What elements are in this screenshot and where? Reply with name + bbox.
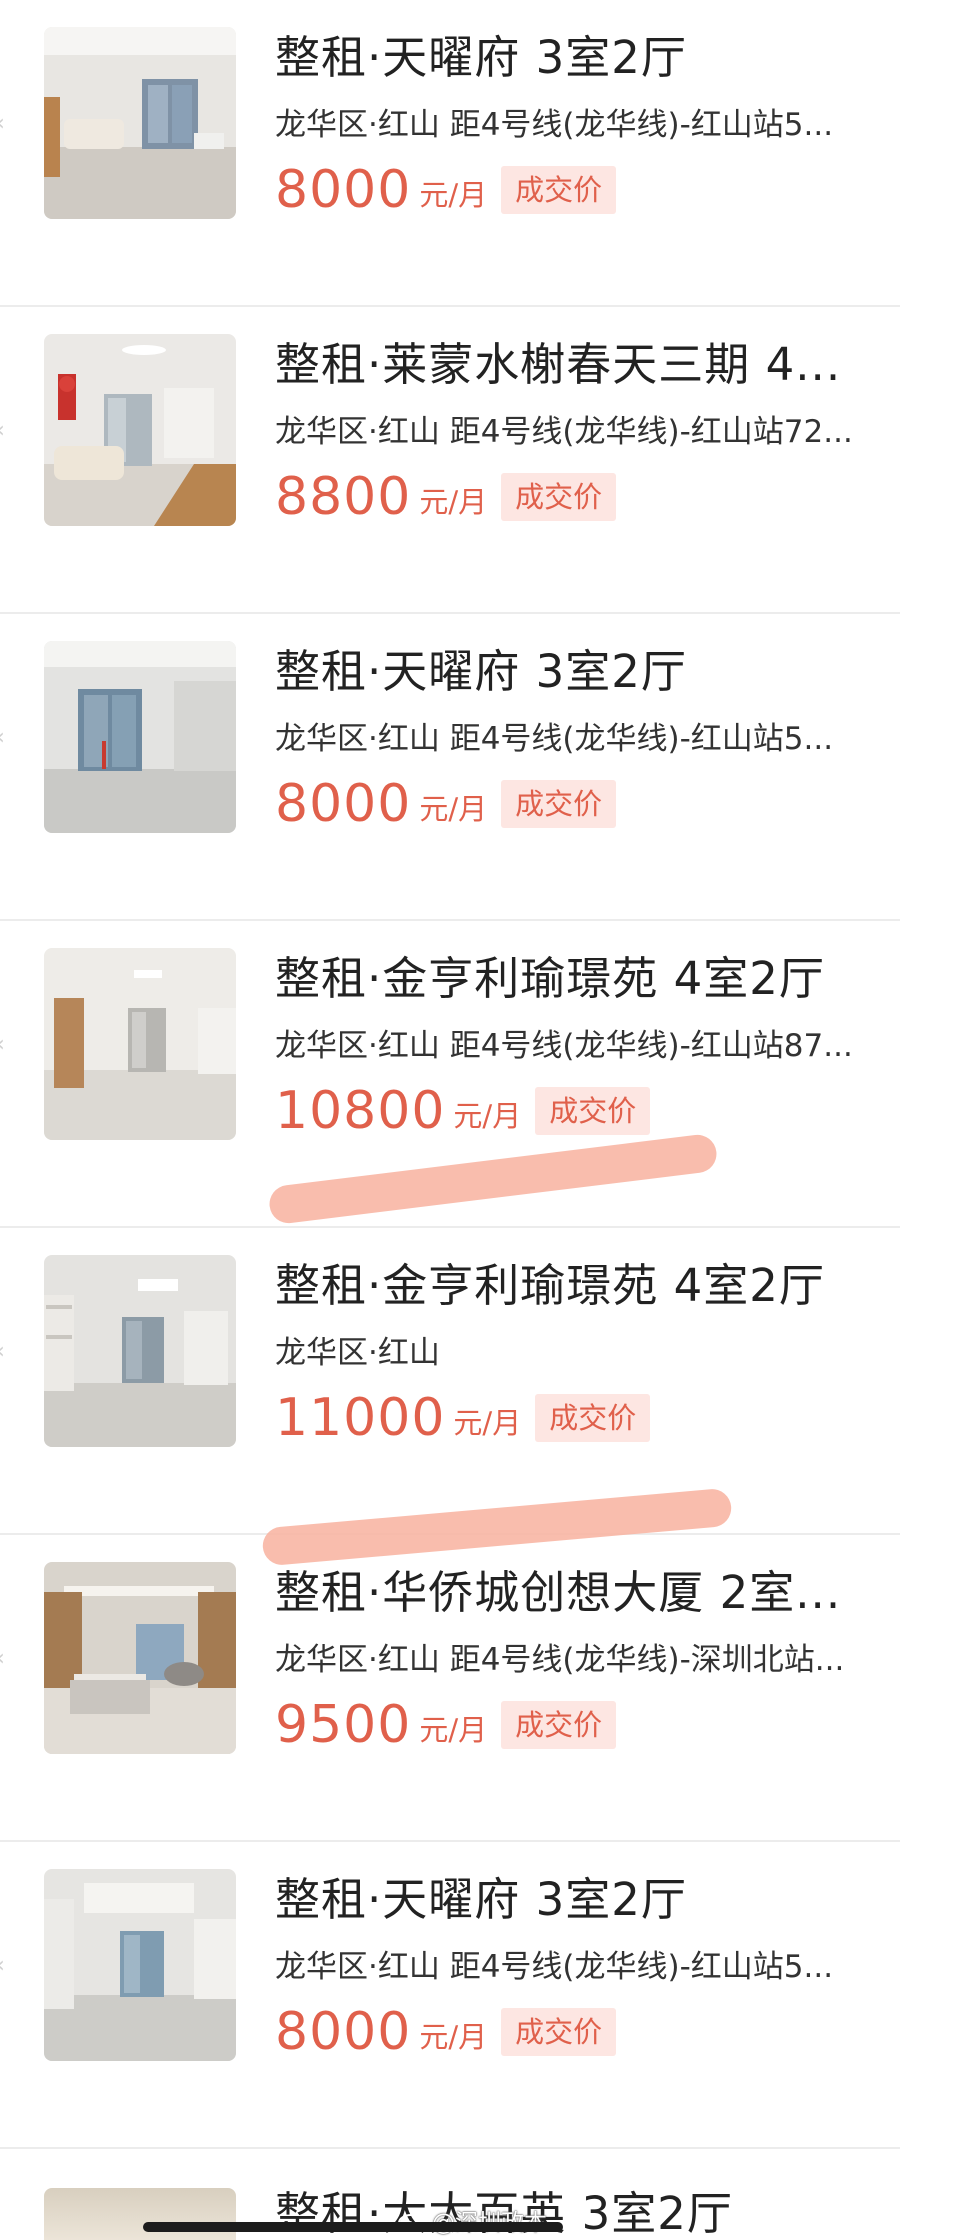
deal-price-tag: 成交价	[501, 166, 617, 214]
price-row: 8800 元/月 成交价	[275, 467, 617, 527]
price-unit: 元/月	[453, 1406, 522, 1440]
chevron-left-icon: ‹	[0, 1033, 10, 1057]
listing-card[interactable]: ‹ 整租·华侨城创想大厦 2室... 龙华区·红山 距4号线(龙华线)-深圳北站…	[0, 1535, 900, 1842]
listing-location: 龙华区·红山 距4号线(龙华线)-红山站5...	[275, 1949, 834, 1985]
price-unit: 元/月	[453, 1099, 522, 1133]
listing-card[interactable]: ‹ 整租·天曜府 3室2厅 龙华区·红山 距4号线(龙华线)-红山站5... 8…	[0, 0, 900, 307]
chevron-left-icon: ‹	[0, 1340, 10, 1364]
price-unit: 元/月	[419, 2020, 488, 2054]
listing-price: 10800	[275, 1081, 446, 1141]
listing-location: 龙华区·红山 距4号线(龙华线)-深圳北站...	[275, 1642, 845, 1678]
listing-title: 整租·天曜府 3室2厅	[275, 1873, 687, 1926]
listing-card[interactable]: ‹ 整租·莱蒙水榭春天三期 4... 龙华区·红山 距4号线(龙华线)-红山站7…	[0, 307, 900, 614]
deal-price-tag: 成交价	[535, 1087, 651, 1135]
empty-room-photo-icon	[44, 1255, 236, 1447]
listing-price: 8000	[275, 160, 412, 220]
listing-card[interactable]: ‹ 整租·天曜府 3室2厅 龙华区·红山 距4号线(龙华线)-红山站5... 8…	[0, 614, 900, 921]
price-unit: 元/月	[419, 1713, 488, 1747]
empty-room-photo-icon	[44, 641, 236, 833]
chevron-left-icon: ‹	[0, 1647, 10, 1671]
listing-location: 龙华区·红山 距4号线(龙华线)-红山站5...	[275, 107, 834, 143]
price-unit: 元/月	[419, 178, 488, 212]
listing-location: 龙华区·红山 距4号线(龙华线)-红山站72...	[275, 414, 853, 450]
living-room-photo-icon	[44, 1562, 236, 1754]
listing-location: 龙华区·红山 距4号线(龙华线)-红山站87...	[275, 1028, 853, 1064]
listing-photo[interactable]	[44, 27, 236, 219]
price-unit: 元/月	[419, 792, 488, 826]
listing-title: 整租·华侨城创想大厦 2室...	[275, 1566, 842, 1619]
deal-price-tag: 成交价	[501, 2008, 617, 2056]
chevron-left-icon: ‹	[0, 726, 10, 750]
price-row: 8000 元/月 成交价	[275, 160, 617, 220]
deal-price-tag: 成交价	[501, 473, 617, 521]
chevron-left-icon: ‹	[0, 419, 10, 443]
divider	[0, 2147, 900, 2149]
listing-price: 11000	[275, 1388, 446, 1448]
listing-card[interactable]: ‹ 整租·金亨利瑜璟苑 4室2厅 龙华区·红山 11000 元/月 成交价	[0, 1228, 900, 1535]
listing-title: 整租·金亨利瑜璟苑 4室2厅	[275, 1259, 825, 1312]
price-row: 10800 元/月 成交价	[275, 1081, 651, 1141]
listing-photo[interactable]	[44, 1255, 236, 1447]
listing-price: 9500	[275, 1695, 412, 1755]
deal-price-tag: 成交价	[501, 1701, 617, 1749]
listing-title: 整租·天曜府 3室2厅	[275, 645, 687, 698]
price-unit: 元/月	[419, 485, 488, 519]
price-row: 8000 元/月 成交价	[275, 774, 617, 834]
empty-room-photo-icon	[44, 948, 236, 1140]
deal-price-tag: 成交价	[501, 780, 617, 828]
listing-price: 8000	[275, 2002, 412, 2062]
listing-title: 整租·天曜府 3室2厅	[275, 31, 687, 84]
listing-card[interactable]: ‹ 整租·天曜府 3室2厅 龙华区·红山 距4号线(龙华线)-红山站5... 8…	[0, 1842, 900, 2149]
listing-photo[interactable]	[44, 334, 236, 526]
living-room-photo-icon	[44, 334, 236, 526]
listing-photo[interactable]	[44, 948, 236, 1140]
listing-title: 整租·莱蒙水榭春天三期 4...	[275, 338, 842, 391]
chevron-left-icon: ‹	[0, 1954, 10, 1978]
listing-photo[interactable]	[44, 1869, 236, 2061]
living-room-photo-icon	[44, 27, 236, 219]
listing-photo[interactable]	[44, 2188, 236, 2240]
listing-photo[interactable]	[44, 1562, 236, 1754]
price-row: 11000 元/月 成交价	[275, 1388, 651, 1448]
listing-photo[interactable]	[44, 641, 236, 833]
listing-price: 8800	[275, 467, 412, 527]
empty-room-photo-icon	[44, 1869, 236, 2061]
chevron-left-icon: ‹	[0, 112, 10, 136]
listing-title: 整租·金亨利瑜璟苑 4室2厅	[275, 952, 825, 1005]
deal-price-tag: 成交价	[535, 1394, 651, 1442]
price-row: 8000 元/月 成交价	[275, 2002, 617, 2062]
home-indicator[interactable]	[143, 2222, 563, 2232]
listing-price: 8000	[275, 774, 412, 834]
listing-location: 龙华区·红山	[275, 1335, 440, 1371]
listing-location: 龙华区·红山 距4号线(龙华线)-红山站5...	[275, 721, 834, 757]
price-row: 9500 元/月 成交价	[275, 1695, 617, 1755]
